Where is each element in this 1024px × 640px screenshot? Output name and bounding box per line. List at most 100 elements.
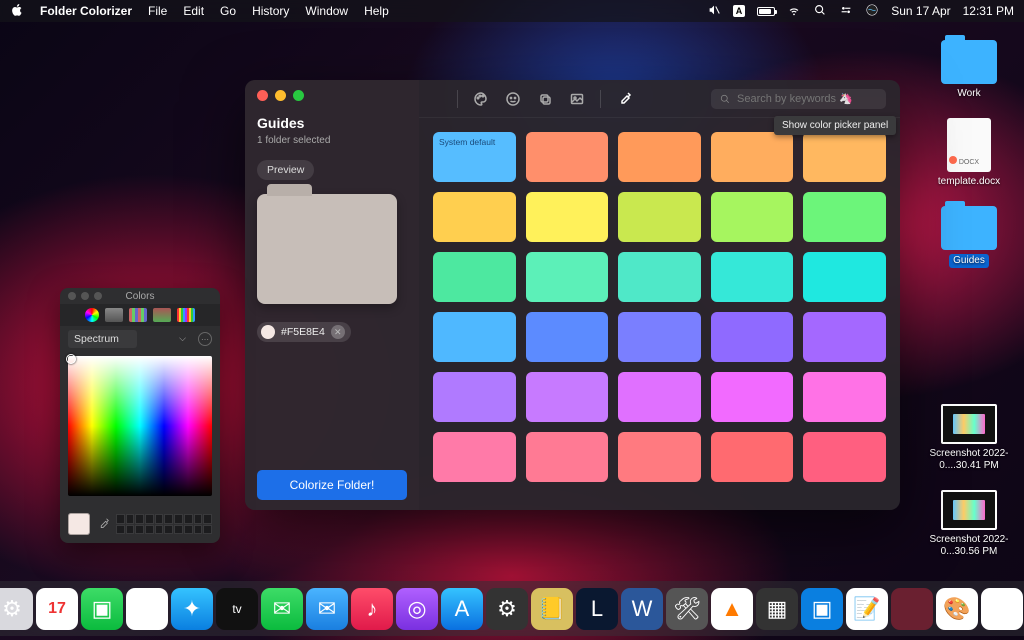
menu-file[interactable]: File <box>148 4 167 18</box>
dock-notes[interactable]: 📝 <box>846 588 888 630</box>
spectrum-cursor-icon[interactable] <box>66 354 76 364</box>
color-swatch[interactable] <box>803 192 886 242</box>
sliders-tab-icon[interactable] <box>105 308 123 322</box>
dock-calendar[interactable]: 17 <box>36 588 78 630</box>
dock-sysprefs[interactable]: ⚙ <box>486 588 528 630</box>
desktop-screenshot-1[interactable]: Screenshot 2022-0....30.41 PM <box>924 404 1014 472</box>
dock-league[interactable]: L <box>576 588 618 630</box>
color-well[interactable] <box>126 525 135 535</box>
fullscreen-button[interactable] <box>293 90 304 101</box>
dock-music[interactable]: ♪ <box>351 588 393 630</box>
copy-tab[interactable] <box>536 90 554 108</box>
color-swatch[interactable] <box>711 252 794 302</box>
dock-preview2[interactable]: 🖼 <box>981 588 1023 630</box>
color-well[interactable] <box>174 525 183 535</box>
color-well[interactable] <box>145 525 154 535</box>
color-swatch[interactable] <box>618 252 701 302</box>
battery-icon[interactable] <box>757 7 775 16</box>
color-wells[interactable] <box>116 514 212 534</box>
desktop-file-template[interactable]: DOCX template.docx <box>924 118 1014 188</box>
siri-icon[interactable] <box>865 3 879 20</box>
color-swatch[interactable] <box>433 372 516 422</box>
dock-podcasts[interactable]: ◎ <box>396 588 438 630</box>
color-well[interactable] <box>194 514 203 524</box>
color-swatch[interactable] <box>433 312 516 362</box>
color-well[interactable] <box>155 514 164 524</box>
apple-menu-icon[interactable] <box>10 3 24 20</box>
color-well[interactable] <box>174 514 183 524</box>
color-swatch[interactable] <box>711 132 794 182</box>
dock-calc[interactable]: ▦ <box>756 588 798 630</box>
eyedropper-icon[interactable] <box>96 517 110 531</box>
app-name[interactable]: Folder Colorizer <box>40 4 132 18</box>
eyedropper-button[interactable] <box>615 90 633 108</box>
color-panel-titlebar[interactable]: Colors <box>60 288 220 304</box>
spotlight-icon[interactable] <box>813 3 827 20</box>
close-button[interactable] <box>257 90 268 101</box>
color-well[interactable] <box>194 525 203 535</box>
minimize-button[interactable] <box>275 90 286 101</box>
color-swatch[interactable] <box>711 312 794 362</box>
color-swatch[interactable] <box>618 192 701 242</box>
color-swatch[interactable] <box>803 312 886 362</box>
cp-min-button[interactable] <box>81 292 89 300</box>
spectrum-area[interactable] <box>68 356 212 496</box>
color-swatch[interactable] <box>618 312 701 362</box>
emoji-tab[interactable] <box>504 90 522 108</box>
color-well[interactable] <box>116 525 125 535</box>
color-well[interactable] <box>164 525 173 535</box>
dock-zoom[interactable]: ▣ <box>801 588 843 630</box>
palette-tab[interactable] <box>472 90 490 108</box>
search-field[interactable] <box>711 89 886 109</box>
desktop-screenshot-2[interactable]: Screenshot 2022-0...30.56 PM <box>924 490 1014 558</box>
menu-edit[interactable]: Edit <box>183 4 204 18</box>
control-center-icon[interactable] <box>839 3 853 20</box>
color-swatch[interactable] <box>803 432 886 482</box>
dock-vlc[interactable]: ▲ <box>711 588 753 630</box>
menubar-time[interactable]: 12:31 PM <box>963 4 1014 18</box>
clear-color-button[interactable]: ✕ <box>331 325 345 339</box>
color-swatch[interactable] <box>526 132 609 182</box>
color-well[interactable] <box>116 514 125 524</box>
dock-mail[interactable]: ✉ <box>306 588 348 630</box>
picker-options-button[interactable]: ⋯ <box>198 332 212 346</box>
cp-close-button[interactable] <box>68 292 76 300</box>
image-tab-icon[interactable] <box>153 308 171 322</box>
dock-safari[interactable]: ✦ <box>171 588 213 630</box>
color-swatch[interactable] <box>618 132 701 182</box>
dock-notes2[interactable]: 📒 <box>531 588 573 630</box>
color-swatch[interactable] <box>433 432 516 482</box>
color-well[interactable] <box>184 514 193 524</box>
color-swatch[interactable] <box>526 192 609 242</box>
color-well[interactable] <box>164 514 173 524</box>
picker-mode-select[interactable]: Spectrum <box>68 330 137 348</box>
desktop-folder-guides[interactable]: Guides <box>924 206 1014 268</box>
color-well[interactable] <box>135 514 144 524</box>
palettes-tab-icon[interactable] <box>129 308 147 322</box>
pencils-tab-icon[interactable] <box>177 308 195 322</box>
dock-utility[interactable]: 🛠 <box>666 588 708 630</box>
wifi-icon[interactable] <box>787 3 801 20</box>
dock-colorizer[interactable]: 🎨 <box>936 588 978 630</box>
dock-settings[interactable]: ⚙ <box>0 588 33 630</box>
dock-folder1[interactable] <box>891 588 933 630</box>
wheel-tab-icon[interactable] <box>85 308 99 322</box>
menubar-date[interactable]: Sun 17 Apr <box>891 4 950 18</box>
dock-facetime[interactable]: ▣ <box>81 588 123 630</box>
color-swatch[interactable] <box>803 252 886 302</box>
color-swatch[interactable] <box>433 252 516 302</box>
desktop-folder-work[interactable]: Work <box>924 40 1014 100</box>
color-swatch[interactable] <box>803 372 886 422</box>
menu-history[interactable]: History <box>252 4 289 18</box>
color-well[interactable] <box>155 525 164 535</box>
input-source-indicator[interactable]: A <box>733 5 746 17</box>
dock-chrome[interactable]: ◉ <box>126 588 168 630</box>
colorize-button[interactable]: Colorize Folder! <box>257 470 407 500</box>
menu-go[interactable]: Go <box>220 4 236 18</box>
color-well[interactable] <box>203 525 212 535</box>
menu-help[interactable]: Help <box>364 4 389 18</box>
color-well[interactable] <box>203 514 212 524</box>
color-well[interactable] <box>145 514 154 524</box>
color-swatch[interactable] <box>803 132 886 182</box>
color-swatch[interactable] <box>526 312 609 362</box>
